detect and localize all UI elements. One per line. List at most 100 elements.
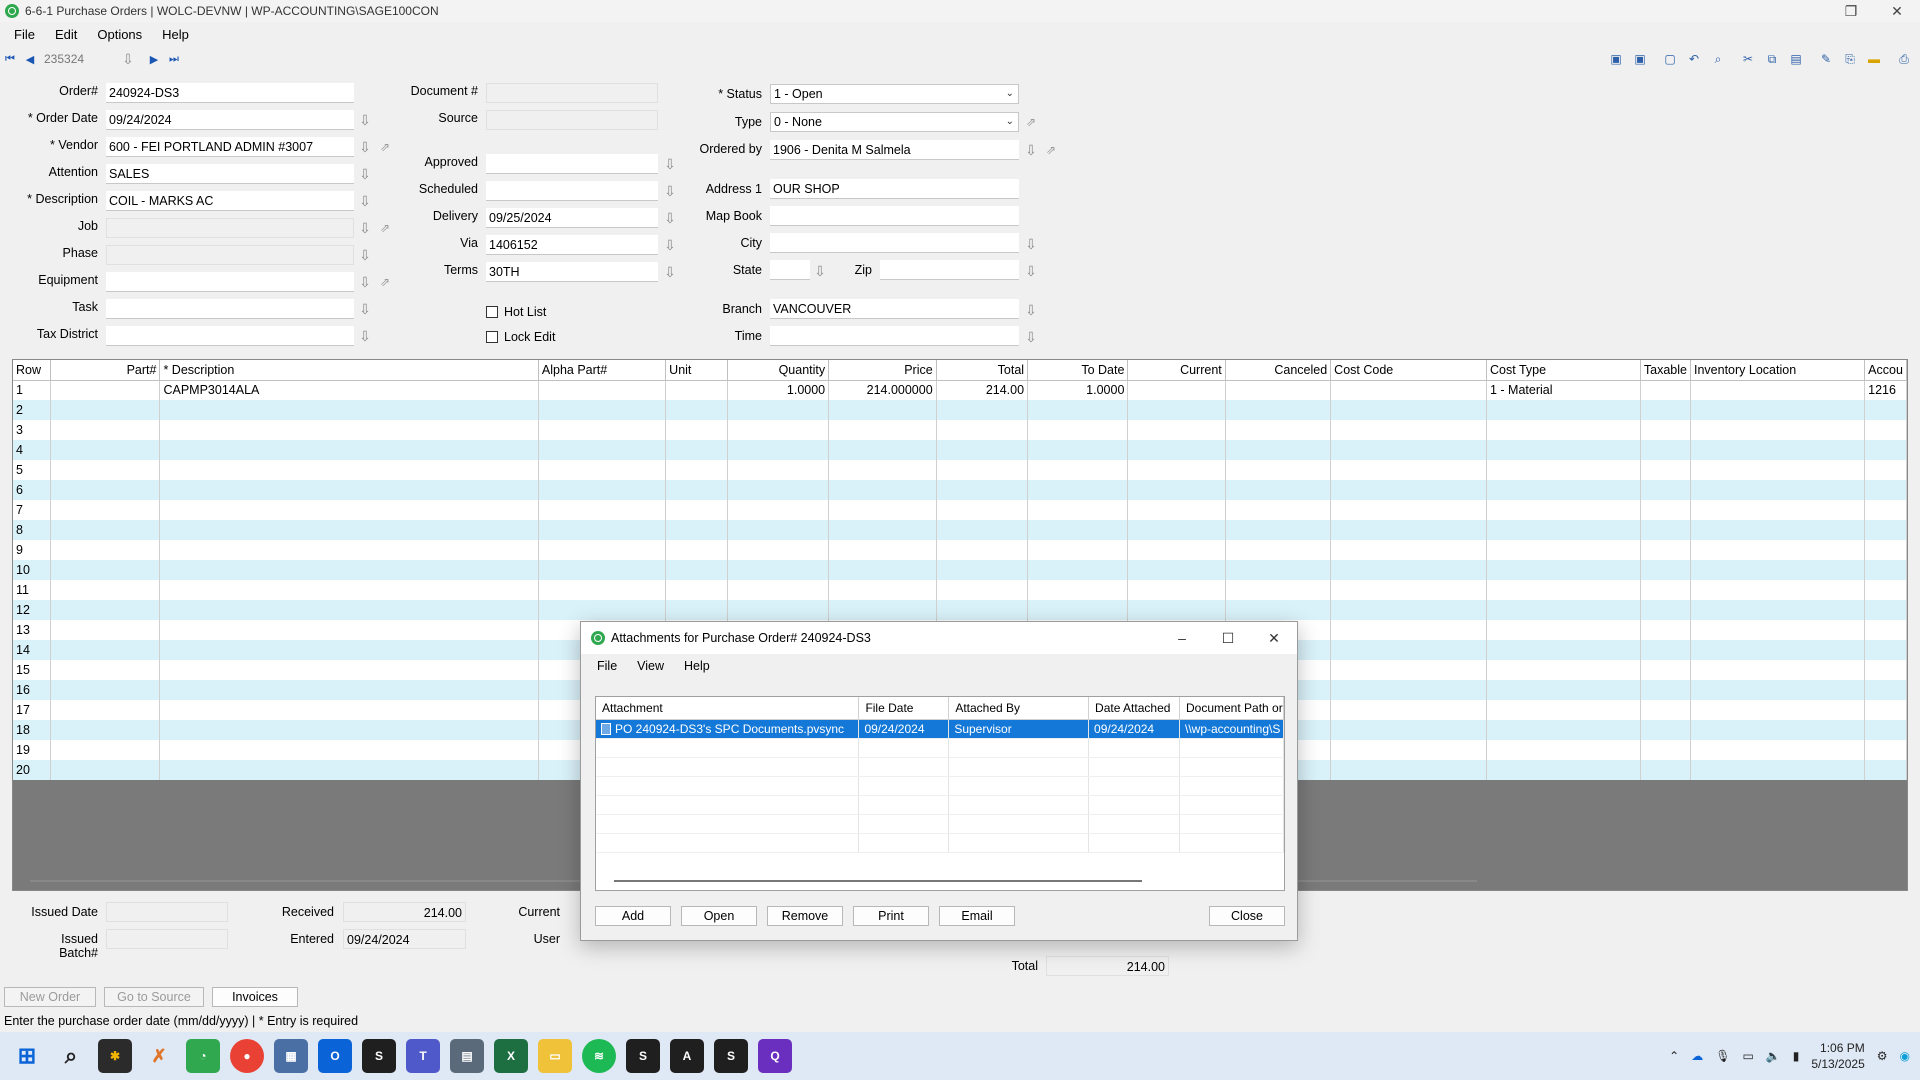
grid-cell[interactable] xyxy=(727,460,830,480)
grid-cell[interactable] xyxy=(1864,700,1907,720)
grid-cell[interactable] xyxy=(50,420,161,440)
issued-date-field[interactable] xyxy=(106,902,228,922)
grid-cell[interactable] xyxy=(1127,460,1226,480)
total-cell[interactable]: 214.00 xyxy=(936,380,1029,400)
attachment-name-cell[interactable]: PO 240924-DS3's SPC Documents.pvsync xyxy=(596,719,860,739)
grid-cell[interactable] xyxy=(538,600,667,620)
col-current[interactable]: Current xyxy=(1127,360,1226,381)
grid-cell[interactable] xyxy=(828,600,937,620)
grid-cell[interactable] xyxy=(727,560,830,580)
equipment-field[interactable] xyxy=(106,272,354,292)
paste-icon[interactable]: ▤ xyxy=(1786,50,1806,68)
add-button[interactable]: Add xyxy=(595,906,671,926)
email-button[interactable]: Email xyxy=(939,906,1015,926)
spc-icon-1[interactable]: S xyxy=(362,1039,396,1073)
grid-cell[interactable] xyxy=(1864,540,1907,560)
grid-cell[interactable] xyxy=(1640,580,1692,600)
grid-cell[interactable] xyxy=(1027,600,1129,620)
grid-cell[interactable] xyxy=(1486,620,1641,640)
alpha-part-cell[interactable] xyxy=(538,380,667,400)
col-total[interactable]: Total xyxy=(936,360,1029,381)
grid-cell[interactable] xyxy=(538,420,667,440)
grid-cell[interactable] xyxy=(1127,420,1226,440)
grid-cell[interactable] xyxy=(665,400,728,420)
chevron-up-icon[interactable]: ⌃ xyxy=(1669,1049,1679,1063)
grid-cell[interactable] xyxy=(1640,540,1692,560)
grid-cell[interactable] xyxy=(1330,480,1487,500)
copy-icon[interactable]: ⧉ xyxy=(1762,50,1782,68)
grid-cell[interactable] xyxy=(1127,520,1226,540)
attention-field[interactable]: SALES xyxy=(106,164,354,184)
grid-cell[interactable] xyxy=(665,440,728,460)
grid-cell[interactable] xyxy=(1225,400,1332,420)
grid-cell[interactable] xyxy=(50,600,161,620)
grid-cell[interactable] xyxy=(50,680,161,700)
grid-cell[interactable] xyxy=(1486,400,1641,420)
grid-cell[interactable] xyxy=(159,460,539,480)
grid-cell[interactable] xyxy=(936,480,1029,500)
equipment-dropdown-icon[interactable]: ⇩ xyxy=(357,273,373,291)
grid-cell[interactable] xyxy=(1864,460,1907,480)
grid-cell[interactable] xyxy=(1225,520,1332,540)
grid-cell[interactable] xyxy=(1690,700,1866,720)
acrobat-icon[interactable]: A xyxy=(670,1039,704,1073)
grid-cell[interactable] xyxy=(1330,620,1487,640)
entered-field[interactable]: 09/24/2024 xyxy=(343,929,466,949)
grid-cell[interactable] xyxy=(1330,500,1487,520)
grid-cell[interactable] xyxy=(1690,660,1866,680)
grid-cell[interactable] xyxy=(936,420,1029,440)
grid-cell[interactable] xyxy=(828,460,937,480)
grid-cell[interactable] xyxy=(828,480,937,500)
grid-cell[interactable] xyxy=(538,580,667,600)
grid-cell[interactable] xyxy=(1330,560,1487,580)
grid-cell[interactable] xyxy=(1127,540,1226,560)
grid-cell[interactable] xyxy=(159,440,539,460)
grid-cell[interactable] xyxy=(1690,500,1866,520)
outlook-icon[interactable]: O xyxy=(318,1039,352,1073)
grid-cell[interactable] xyxy=(1690,560,1866,580)
grid-cell[interactable] xyxy=(1690,520,1866,540)
cut-icon[interactable]: ✂ xyxy=(1738,50,1758,68)
close-icon[interactable]: ✕ xyxy=(1251,622,1297,654)
grid-cell[interactable] xyxy=(727,400,830,420)
city-dropdown-icon[interactable]: ⇩ xyxy=(1023,235,1039,253)
col-taxable[interactable]: Taxable xyxy=(1640,360,1692,381)
grid-cell[interactable] xyxy=(50,540,161,560)
grid-cell[interactable] xyxy=(1690,480,1866,500)
table-row[interactable]: 8 xyxy=(13,520,1907,540)
current-cell[interactable] xyxy=(1127,380,1226,400)
teams-icon[interactable]: T xyxy=(406,1039,440,1073)
description-cell[interactable]: CAPMP3014ALA xyxy=(159,380,539,400)
grid-cell[interactable] xyxy=(1690,460,1866,480)
grid-cell[interactable] xyxy=(1486,740,1641,760)
grid-cell[interactable] xyxy=(1225,480,1332,500)
grid-cell[interactable] xyxy=(1225,560,1332,580)
quantity-cell[interactable]: 1.0000 xyxy=(727,380,830,400)
grid-cell[interactable] xyxy=(1486,660,1641,680)
grid-cell[interactable] xyxy=(1640,600,1692,620)
received-field[interactable]: 214.00 xyxy=(343,902,466,922)
grid-cell[interactable] xyxy=(538,540,667,560)
grid-cell[interactable] xyxy=(159,680,539,700)
grid-cell[interactable] xyxy=(159,500,539,520)
grid-cell[interactable] xyxy=(1640,480,1692,500)
grid-cell[interactable] xyxy=(1864,760,1907,780)
col-attached-by[interactable]: Attached By xyxy=(948,697,1090,720)
grid-cell[interactable] xyxy=(1864,440,1907,460)
grid-cell[interactable] xyxy=(727,580,830,600)
save-new-icon[interactable]: ▣ xyxy=(1630,50,1650,68)
grid-cell[interactable] xyxy=(538,480,667,500)
grid-cell[interactable] xyxy=(50,620,161,640)
lock-edit-checkbox[interactable]: Lock Edit xyxy=(486,330,555,344)
grid-cell[interactable] xyxy=(828,560,937,580)
grid-cell[interactable] xyxy=(1330,400,1487,420)
grid-cell[interactable] xyxy=(1640,560,1692,580)
table-row[interactable]: 12 xyxy=(13,600,1907,620)
grid-cell[interactable] xyxy=(1864,580,1907,600)
grid-cell[interactable] xyxy=(936,500,1029,520)
grid-cell[interactable] xyxy=(1640,660,1692,680)
grid-cell[interactable] xyxy=(1027,520,1129,540)
grid-cell[interactable] xyxy=(159,580,539,600)
document-path-cell[interactable]: \\wp-accounting\S xyxy=(1179,719,1284,739)
display-icon[interactable]: ▭ xyxy=(1742,1049,1753,1063)
